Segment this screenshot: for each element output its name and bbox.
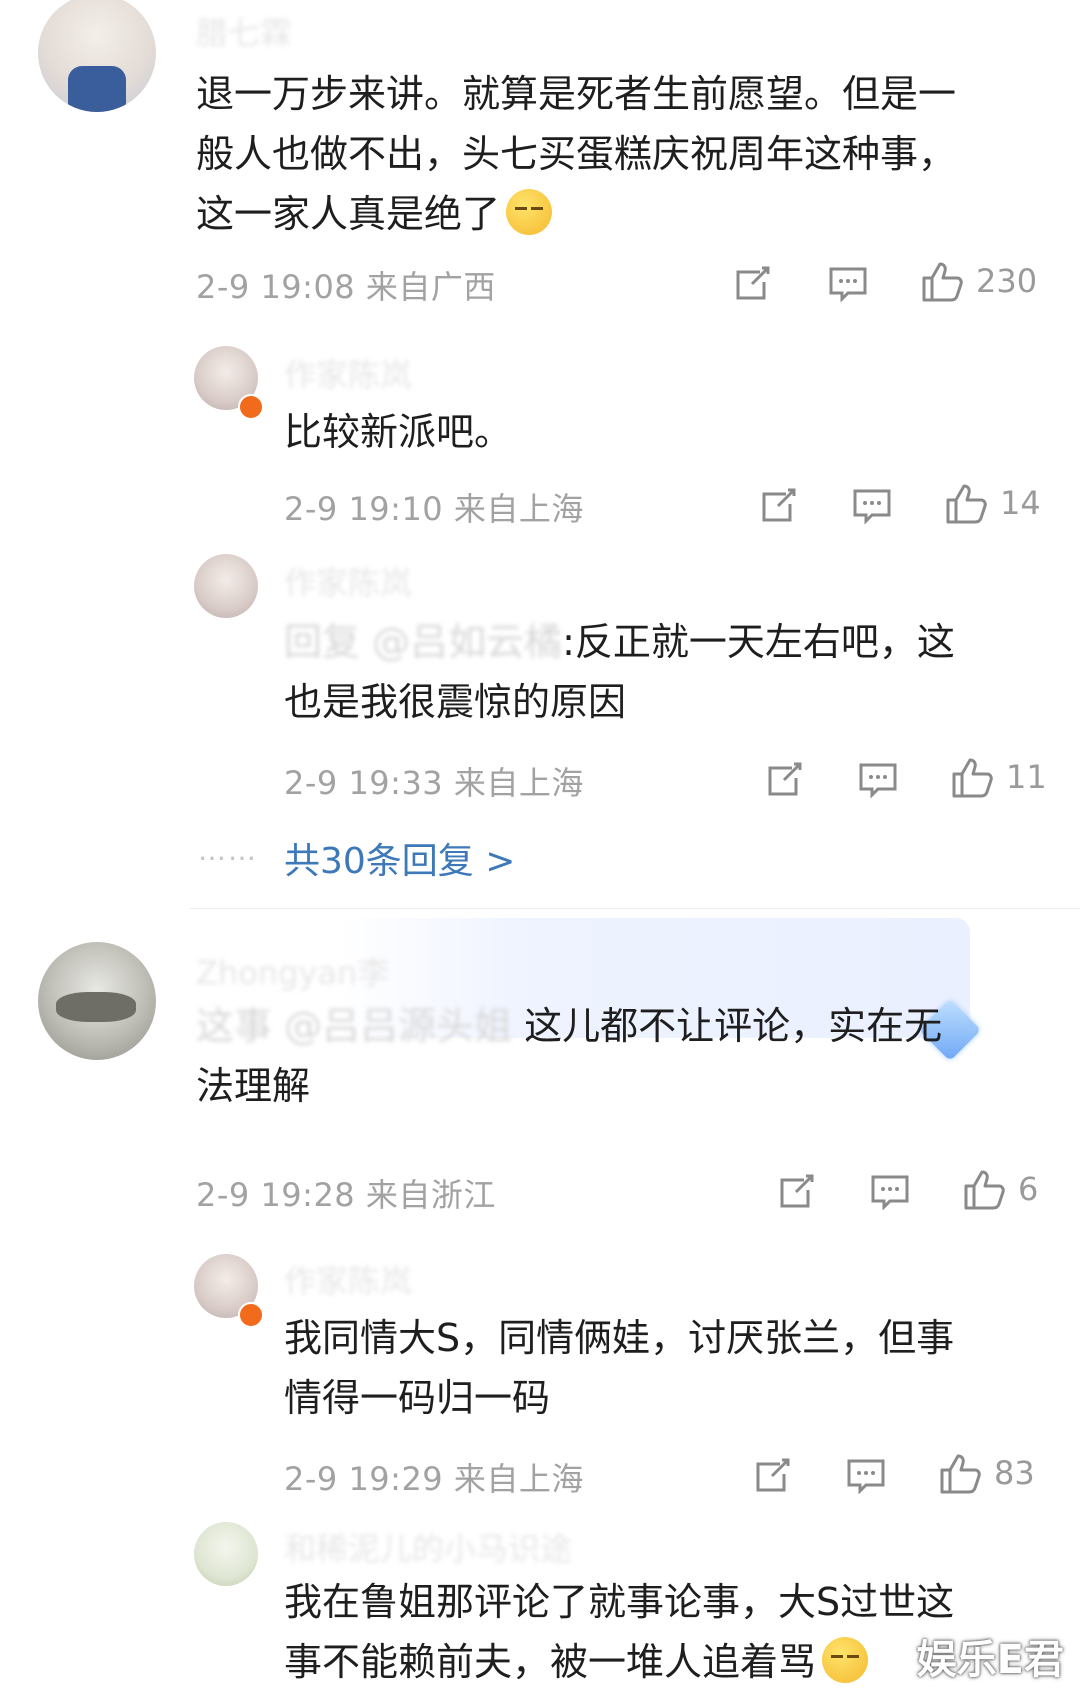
reply-text: 比较新派吧。 <box>284 410 513 454</box>
reply-author[interactable]: 作家陈岚 <box>284 558 412 604</box>
reply-author[interactable]: 和稀泥儿的小马识途 <box>284 1524 572 1570</box>
comment-text-line: 法理解 <box>196 1064 311 1108</box>
comment-text: 这事 @吕吕源头姐 这儿都不让评论，实在无 法理解 <box>196 996 1026 1116</box>
reply-text-line: 也是我很震惊的原因 <box>284 680 627 724</box>
avatar[interactable] <box>194 554 258 618</box>
comment-author[interactable]: 腊七霖 <box>196 8 292 54</box>
share-icon <box>762 488 796 522</box>
like-icon <box>964 1170 1005 1210</box>
share-icon <box>768 762 802 796</box>
watermark: 娱乐E君 <box>916 1637 1064 1683</box>
like-count: 6 <box>1018 1170 1039 1208</box>
like-button[interactable]: 83 <box>938 1452 1035 1494</box>
reply-text-line: 我在鲁姐那评论了就事论事，大S过世这 <box>284 1580 955 1624</box>
share-icon <box>756 1458 790 1492</box>
like-icon <box>946 484 987 524</box>
share-button[interactable] <box>752 1456 792 1494</box>
divider <box>190 908 1080 909</box>
comment-2: Zhongyan李 这事 @吕吕源头姐 这儿都不让评论，实在无 法理解 2-9 … <box>0 930 1080 1220</box>
reply-text-line: :反正就一天左右吧，这 <box>562 620 955 664</box>
reply-text-line: 回复 @吕如云橘:反正就一天左右吧，这 <box>284 612 1064 672</box>
comment-text-line: 退一万步来讲。就算是死者生前愿望。但是一 <box>196 72 957 116</box>
share-icon <box>780 1174 814 1208</box>
share-icon <box>736 266 770 300</box>
comment-meta: 2-9 19:28 来自浙江 <box>196 1176 496 1214</box>
reply-meta: 2-9 19:10 来自上海 <box>284 490 584 528</box>
more-dots: …… <box>198 834 258 867</box>
share-button[interactable] <box>758 486 798 524</box>
reply-author[interactable]: 作家陈岚 <box>284 1256 412 1302</box>
verified-badge-icon <box>238 394 264 420</box>
reply-text-line: 情得一码归一码 <box>284 1376 551 1420</box>
smile-emoji-icon <box>506 189 553 235</box>
share-button[interactable] <box>764 760 804 798</box>
reply-2: 作家陈岚 回复 @吕如云橘:反正就一天左右吧，这 也是我很震惊的原因 2-9 1… <box>0 540 1080 802</box>
reply-author[interactable]: 作家陈岚 <box>284 350 412 396</box>
comment-author[interactable]: Zhongyan李 <box>196 948 389 994</box>
comment-text-line: 这一家人真是绝了 <box>196 192 501 236</box>
comment-1: 腊七霖 退一万步来讲。就算是死者生前愿望。但是一 般人也做不出，头七买蛋糕庆祝周… <box>0 0 1080 320</box>
verified-badge-icon <box>238 1302 264 1328</box>
comment-button[interactable] <box>846 1458 886 1494</box>
comment-text-line: 这儿都不让评论，实在无 <box>512 1004 943 1048</box>
comment-text: 退一万步来讲。就算是死者生前愿望。但是一 般人也做不出，头七买蛋糕庆祝周年这种事… <box>196 64 1066 244</box>
avatar[interactable] <box>194 1522 258 1586</box>
reply-text-line: 事不能赖前夫，被一堆人追着骂 <box>284 1640 817 1684</box>
smile-emoji-icon <box>822 1637 869 1683</box>
reply-text: 我同情大S，同情俩娃，讨厌张兰，但事 情得一码归一码 <box>284 1308 1064 1428</box>
comment-icon <box>829 267 867 302</box>
like-count: 230 <box>976 262 1038 300</box>
like-icon <box>922 262 963 302</box>
avatar[interactable] <box>38 942 156 1060</box>
comment-button[interactable] <box>858 762 898 798</box>
like-button[interactable]: 6 <box>962 1168 1038 1210</box>
comment-text-line: 这一家人真是绝了 <box>196 184 1066 244</box>
like-icon <box>952 758 993 798</box>
comment-button[interactable] <box>870 1174 910 1210</box>
more-replies-link[interactable]: 共30条回复 > <box>284 832 515 884</box>
reply-text: 回复 @吕如云橘:反正就一天左右吧，这 也是我很震惊的原因 <box>284 612 1064 732</box>
comment-meta: 2-9 19:08 来自广西 <box>196 268 496 306</box>
comment-button[interactable] <box>828 266 868 302</box>
comment-icon <box>853 489 891 524</box>
comment-icon <box>847 1459 885 1494</box>
reply-text-line: 我同情大S，同情俩娃，讨厌张兰，但事 <box>284 1316 955 1360</box>
reply-1: 作家陈岚 比较新派吧。 2-9 19:10 来自上海 14 <box>0 330 1080 540</box>
share-button[interactable] <box>776 1172 816 1210</box>
avatar[interactable] <box>38 0 156 112</box>
like-button[interactable]: 230 <box>920 260 1037 302</box>
comment-mention[interactable]: 这事 @吕吕源头姐 <box>196 1004 512 1048</box>
reply-meta: 2-9 19:33 来自上海 <box>284 764 584 802</box>
reply-meta: 2-9 19:29 来自上海 <box>284 1460 584 1498</box>
comment-icon <box>871 1175 909 1210</box>
reply-mention[interactable]: 回复 @吕如云橘 <box>284 620 562 664</box>
like-count: 11 <box>1006 758 1047 796</box>
comment-icon <box>859 763 897 798</box>
like-count: 83 <box>994 1454 1035 1492</box>
share-button[interactable] <box>732 264 772 302</box>
reply-3: 作家陈岚 我同情大S，同情俩娃，讨厌张兰，但事 情得一码归一码 2-9 19:2… <box>0 1240 1080 1500</box>
comment-text-line: 这事 @吕吕源头姐 这儿都不让评论，实在无 <box>196 996 1026 1056</box>
like-icon <box>940 1454 981 1494</box>
comment-text-line: 般人也做不出，头七买蛋糕庆祝周年这种事， <box>196 132 957 176</box>
like-button[interactable]: 11 <box>950 756 1047 798</box>
like-button[interactable]: 14 <box>944 482 1041 524</box>
comment-button[interactable] <box>852 488 892 524</box>
like-count: 14 <box>1000 484 1041 522</box>
